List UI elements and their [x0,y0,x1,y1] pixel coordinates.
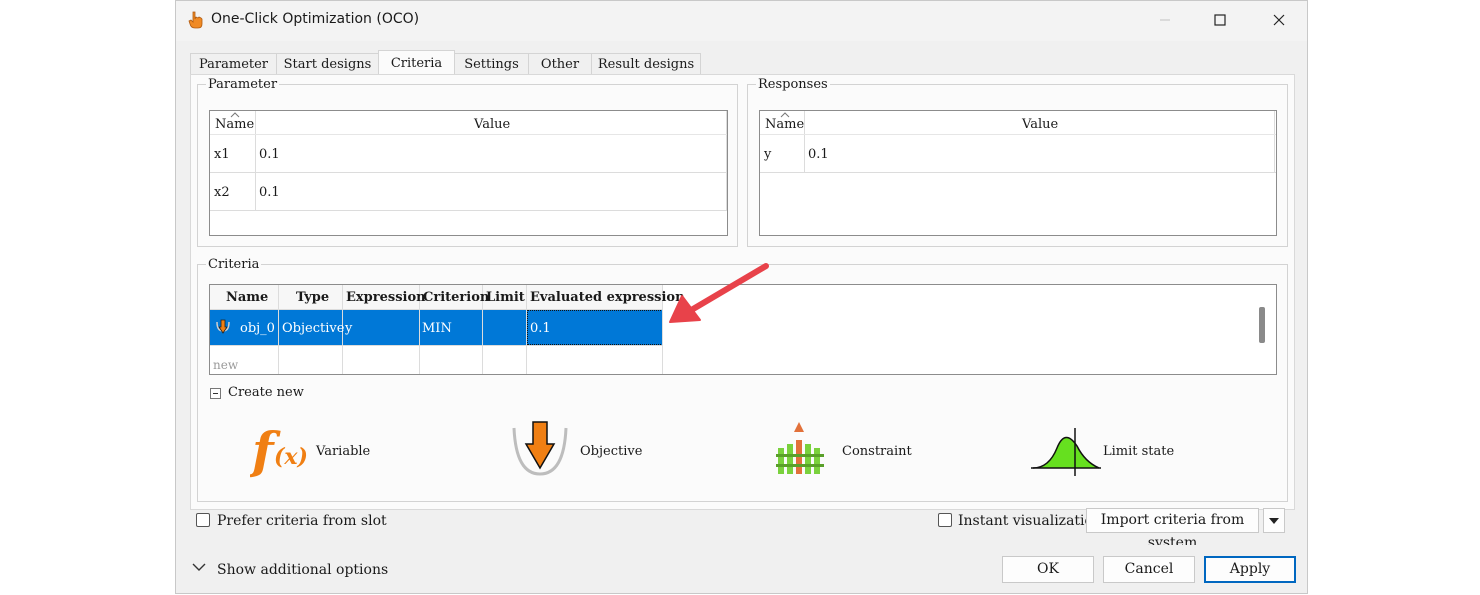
parameter-group: Parameter Name Value x1 0.1 x2 0.1 [197,77,738,247]
minus-icon [213,393,218,394]
parameter-name-cell[interactable]: x1 [214,147,230,162]
column-header-name[interactable]: Name [226,290,268,305]
create-constraint-button[interactable]: Constraint [776,418,916,480]
apply-button[interactable]: Apply [1204,556,1296,583]
response-name-cell[interactable]: y [764,147,771,162]
column-header-limit[interactable]: Limit [486,290,525,305]
column-header-value[interactable]: Value [1022,117,1058,132]
show-additional-options[interactable]: Show additional options [217,562,388,578]
title-bar: One-Click Optimization (OCO) [176,1,1307,41]
tab-criteria[interactable]: Criteria [378,50,455,75]
create-variable-button[interactable]: f (x) Variable [250,418,410,480]
create-objective-button[interactable]: Objective [510,418,650,480]
parameter-table: Name Value x1 0.1 x2 0.1 [209,110,728,236]
create-limit-state-label: Limit state [1103,444,1175,459]
column-header-criterion[interactable]: Criterion [423,290,489,305]
prefer-slot-checkbox[interactable] [196,513,210,527]
column-header-name[interactable]: Name [215,117,254,132]
tab-start-designs[interactable]: Start designs [276,53,379,74]
parameter-group-title: Parameter [206,77,280,92]
parameter-value-cell[interactable]: 0.1 [259,147,280,162]
responses-group-title: Responses [756,77,830,92]
cancel-button[interactable]: Cancel [1103,556,1195,583]
tab-parameter[interactable]: Parameter [190,53,277,74]
limit-state-bell-icon [1031,428,1101,476]
function-fx-icon: f (x) [250,421,308,480]
criterion-expression-cell[interactable]: y [345,321,352,336]
tab-settings[interactable]: Settings [454,53,529,74]
window-title: One-Click Optimization (OCO) [211,11,420,27]
tab-other[interactable]: Other [528,53,592,74]
svg-text:(x): (x) [274,444,308,470]
prefer-slot-label[interactable]: Prefer criteria from slot [217,513,387,529]
dropdown-arrow-icon [1269,518,1279,524]
criterion-evaluated-cell[interactable]: 0.1 [530,321,551,336]
parameter-name-cell[interactable]: x2 [214,185,230,200]
create-new-label[interactable]: Create new [228,385,304,400]
column-header-name[interactable]: Name [765,117,804,132]
import-dropdown-button[interactable] [1263,508,1285,533]
criterion-type-cell[interactable]: Objective [282,321,344,336]
minimize-icon [1160,19,1170,21]
close-button[interactable] [1256,1,1302,39]
import-criteria-button[interactable]: Import criteria from system [1086,508,1259,551]
instant-visualization-checkbox[interactable] [938,513,952,527]
tab-result-designs[interactable]: Result designs [591,53,701,74]
column-header-value[interactable]: Value [474,117,510,132]
maximize-icon [1214,14,1226,26]
create-objective-label: Objective [580,444,643,459]
create-limit-state-button[interactable]: Limit state [1031,418,1191,480]
parameter-value-cell[interactable]: 0.1 [259,185,280,200]
vertical-scrollbar-thumb[interactable] [1259,307,1265,343]
minimize-button[interactable] [1142,1,1188,39]
criterion-name-cell[interactable]: obj_0 [240,321,275,336]
maximize-button[interactable] [1197,1,1243,39]
responses-group: Responses Name Value y 0.1 [747,77,1288,247]
chevron-down-icon [192,563,206,571]
create-constraint-label: Constraint [842,444,912,459]
collapse-toggle[interactable] [210,388,221,399]
objective-arrow-icon [512,421,568,476]
objective-small-icon [216,319,230,334]
constraint-fence-icon [776,422,824,474]
close-icon [1273,14,1285,26]
annotation-arrow-icon [669,263,769,323]
response-value-cell[interactable]: 0.1 [808,147,829,162]
column-header-expression[interactable]: Expression [346,290,426,305]
app-hand-icon [188,11,203,29]
column-header-type[interactable]: Type [296,290,329,305]
footer-bar: Show additional options OK Cancel Apply [176,545,1307,593]
instant-visualization-label[interactable]: Instant visualization [958,513,1102,529]
responses-table: Name Value y 0.1 [759,110,1277,236]
criterion-criterion-cell[interactable]: MIN [422,321,452,336]
ok-button[interactable]: OK [1002,556,1094,583]
criteria-group-title: Criteria [206,257,262,272]
create-variable-label: Variable [316,444,371,459]
new-row-placeholder[interactable]: new [213,358,238,372]
